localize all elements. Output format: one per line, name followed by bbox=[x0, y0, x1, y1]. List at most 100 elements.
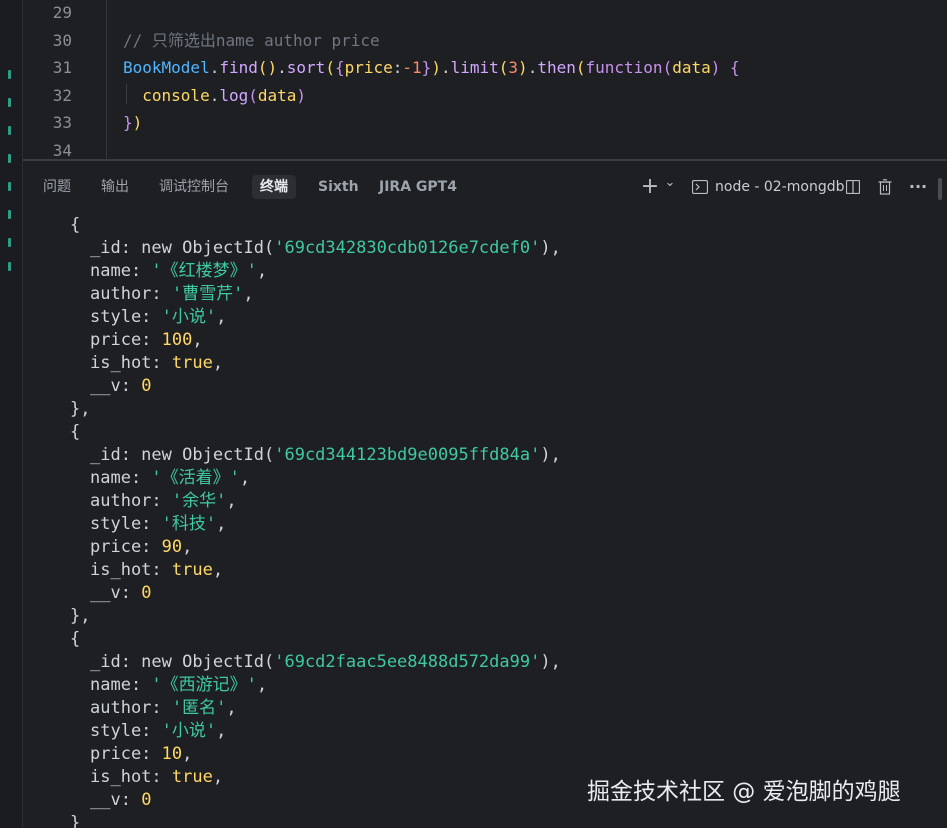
line-number: 31 bbox=[52, 58, 72, 77]
code-token: ( bbox=[662, 58, 673, 77]
more-actions-icon[interactable]: ··· bbox=[906, 175, 930, 199]
terminal-token: __v: bbox=[90, 583, 142, 603]
code-token: ) bbox=[132, 113, 143, 132]
terminal-token: name: bbox=[90, 261, 152, 281]
terminal-token: _id: new ObjectId( bbox=[90, 652, 275, 672]
rail-marker bbox=[8, 210, 11, 219]
terminal-token: price: bbox=[90, 537, 162, 557]
line-number: 30 bbox=[52, 30, 72, 50]
terminal-line: _id: new ObjectId('69cd342830cdb0126e7cd… bbox=[90, 237, 561, 260]
terminal-token: style: bbox=[90, 307, 162, 327]
code-token: { bbox=[334, 58, 345, 77]
tab-problems[interactable]: 问题 bbox=[35, 175, 79, 199]
rail-marker bbox=[8, 98, 11, 107]
terminal-line: is_hot: true, bbox=[90, 766, 223, 789]
tab-output[interactable]: 输出 bbox=[93, 175, 137, 199]
terminal-token: '匿名' bbox=[171, 698, 227, 718]
code-token: . bbox=[209, 85, 220, 105]
code-token: { bbox=[730, 58, 740, 77]
terminal-token: 0 bbox=[141, 583, 152, 603]
code-line[interactable]: 31 BookModel.find().sort({price:-1}).limi… bbox=[23, 54, 947, 81]
code-line[interactable]: 29 bbox=[23, 0, 947, 26]
terminal-token: , bbox=[192, 330, 203, 350]
code-token: BookModel bbox=[123, 58, 210, 77]
code-text: BookModel.find().sort({price:-1}).limit(… bbox=[123, 54, 740, 81]
terminal-token: '69cd344123bd9e0095ffd84a' bbox=[274, 445, 541, 465]
tab-sixth[interactable]: Sixth bbox=[310, 175, 367, 199]
activity-rail bbox=[0, 0, 23, 828]
terminal-token: '余华' bbox=[171, 491, 227, 511]
code-text: }) bbox=[123, 109, 142, 136]
terminal-icon bbox=[691, 175, 709, 199]
tab-terminal[interactable]: 终端 bbox=[252, 175, 296, 199]
terminal-token: '《西游记》' bbox=[151, 675, 257, 695]
terminal-token: , bbox=[216, 307, 227, 327]
code-line[interactable]: 32 console.log(data) bbox=[23, 82, 947, 109]
code-line[interactable]: 34 bbox=[23, 137, 947, 161]
code-token: . bbox=[209, 58, 220, 77]
terminal-line: __v: 0 bbox=[90, 375, 151, 398]
add-terminal-icon[interactable]: + bbox=[640, 175, 660, 199]
terminal-output[interactable]: { _id: new ObjectId('69cd342830cdb0126e7c… bbox=[23, 211, 947, 828]
terminal-instance-label[interactable]: node - 02-mongdb bbox=[715, 175, 845, 199]
terminal-token: name: bbox=[90, 468, 152, 488]
line-number: 33 bbox=[52, 113, 72, 132]
terminal-token: , bbox=[182, 744, 193, 764]
panel-tab-bar: 问题 输出 调试控制台 终端 Sixth JIRA GPT4 + ⌄ node … bbox=[23, 161, 947, 211]
terminal-token: , bbox=[212, 560, 224, 580]
terminal-line: { bbox=[70, 628, 80, 651]
terminal-token: { bbox=[70, 422, 81, 442]
code-token: . bbox=[440, 58, 451, 77]
terminal-line: is_hot: true, bbox=[90, 352, 223, 375]
code-token: find bbox=[219, 58, 258, 77]
terminal-line: price: 10, bbox=[90, 743, 192, 766]
rail-marker bbox=[8, 182, 11, 191]
code-token: ( bbox=[325, 58, 335, 77]
terminal-token: ), bbox=[540, 445, 561, 465]
code-line[interactable]: 30 // 只筛选出name author price bbox=[23, 27, 947, 54]
terminal-token: '科技' bbox=[161, 514, 217, 534]
terminal-line: name: '《红楼梦》', bbox=[90, 260, 267, 283]
terminal-token: }, bbox=[70, 606, 91, 626]
terminal-line: author: '曹雪芹', bbox=[90, 283, 254, 306]
terminal-token: '69cd2faac5ee8488d572da99' bbox=[274, 652, 541, 672]
split-terminal-icon[interactable] bbox=[843, 175, 863, 199]
terminal-token: _id: new ObjectId( bbox=[90, 445, 275, 465]
code-token: . bbox=[277, 58, 287, 77]
chevron-down-icon[interactable]: ⌄ bbox=[663, 171, 677, 195]
terminal-token: , bbox=[216, 514, 227, 534]
tab-jira-gpt4[interactable]: JIRA GPT4 bbox=[371, 175, 465, 199]
terminal-line: { bbox=[70, 214, 80, 237]
line-number: 34 bbox=[52, 140, 72, 160]
code-editor[interactable]: 29 30 // 只筛选出name author price 31 BookModel.… bbox=[23, 0, 947, 160]
tab-debug-console[interactable]: 调试控制台 bbox=[151, 175, 237, 199]
terminal-token: price: bbox=[90, 330, 162, 350]
code-token: . bbox=[527, 58, 538, 77]
terminal-token: is_hot: bbox=[90, 767, 172, 787]
terminal-line: price: 90, bbox=[90, 536, 192, 559]
trash-icon[interactable] bbox=[875, 175, 895, 199]
terminal-token: true bbox=[171, 767, 213, 787]
code-token: price bbox=[344, 58, 393, 77]
terminal-token: style: bbox=[90, 514, 162, 534]
terminal-token: }, bbox=[70, 399, 91, 419]
terminal-line: author: '余华', bbox=[90, 490, 237, 513]
code-token: } bbox=[123, 113, 133, 132]
code-token: () bbox=[257, 58, 278, 77]
terminal-token: '《活着》' bbox=[151, 468, 240, 488]
terminal-token: 0 bbox=[141, 376, 152, 396]
terminal-token: '《红楼梦》' bbox=[151, 261, 257, 281]
terminal-token: true bbox=[171, 353, 213, 373]
terminal-token: 100 bbox=[161, 330, 193, 350]
terminal-token: is_hot: bbox=[90, 353, 172, 373]
code-line[interactable]: 33}) bbox=[23, 109, 947, 136]
terminal-token: _id: new ObjectId( bbox=[90, 238, 275, 258]
terminal-line: __v: 0 bbox=[90, 789, 151, 812]
terminal-token: name: bbox=[90, 675, 152, 695]
terminal-line: style: '小说', bbox=[90, 306, 226, 329]
terminal-token: 10 bbox=[161, 744, 183, 764]
scrollbar[interactable] bbox=[938, 178, 942, 200]
terminal-token: '小说' bbox=[161, 307, 217, 327]
code-token: sort bbox=[286, 58, 326, 77]
rail-marker bbox=[8, 262, 11, 271]
